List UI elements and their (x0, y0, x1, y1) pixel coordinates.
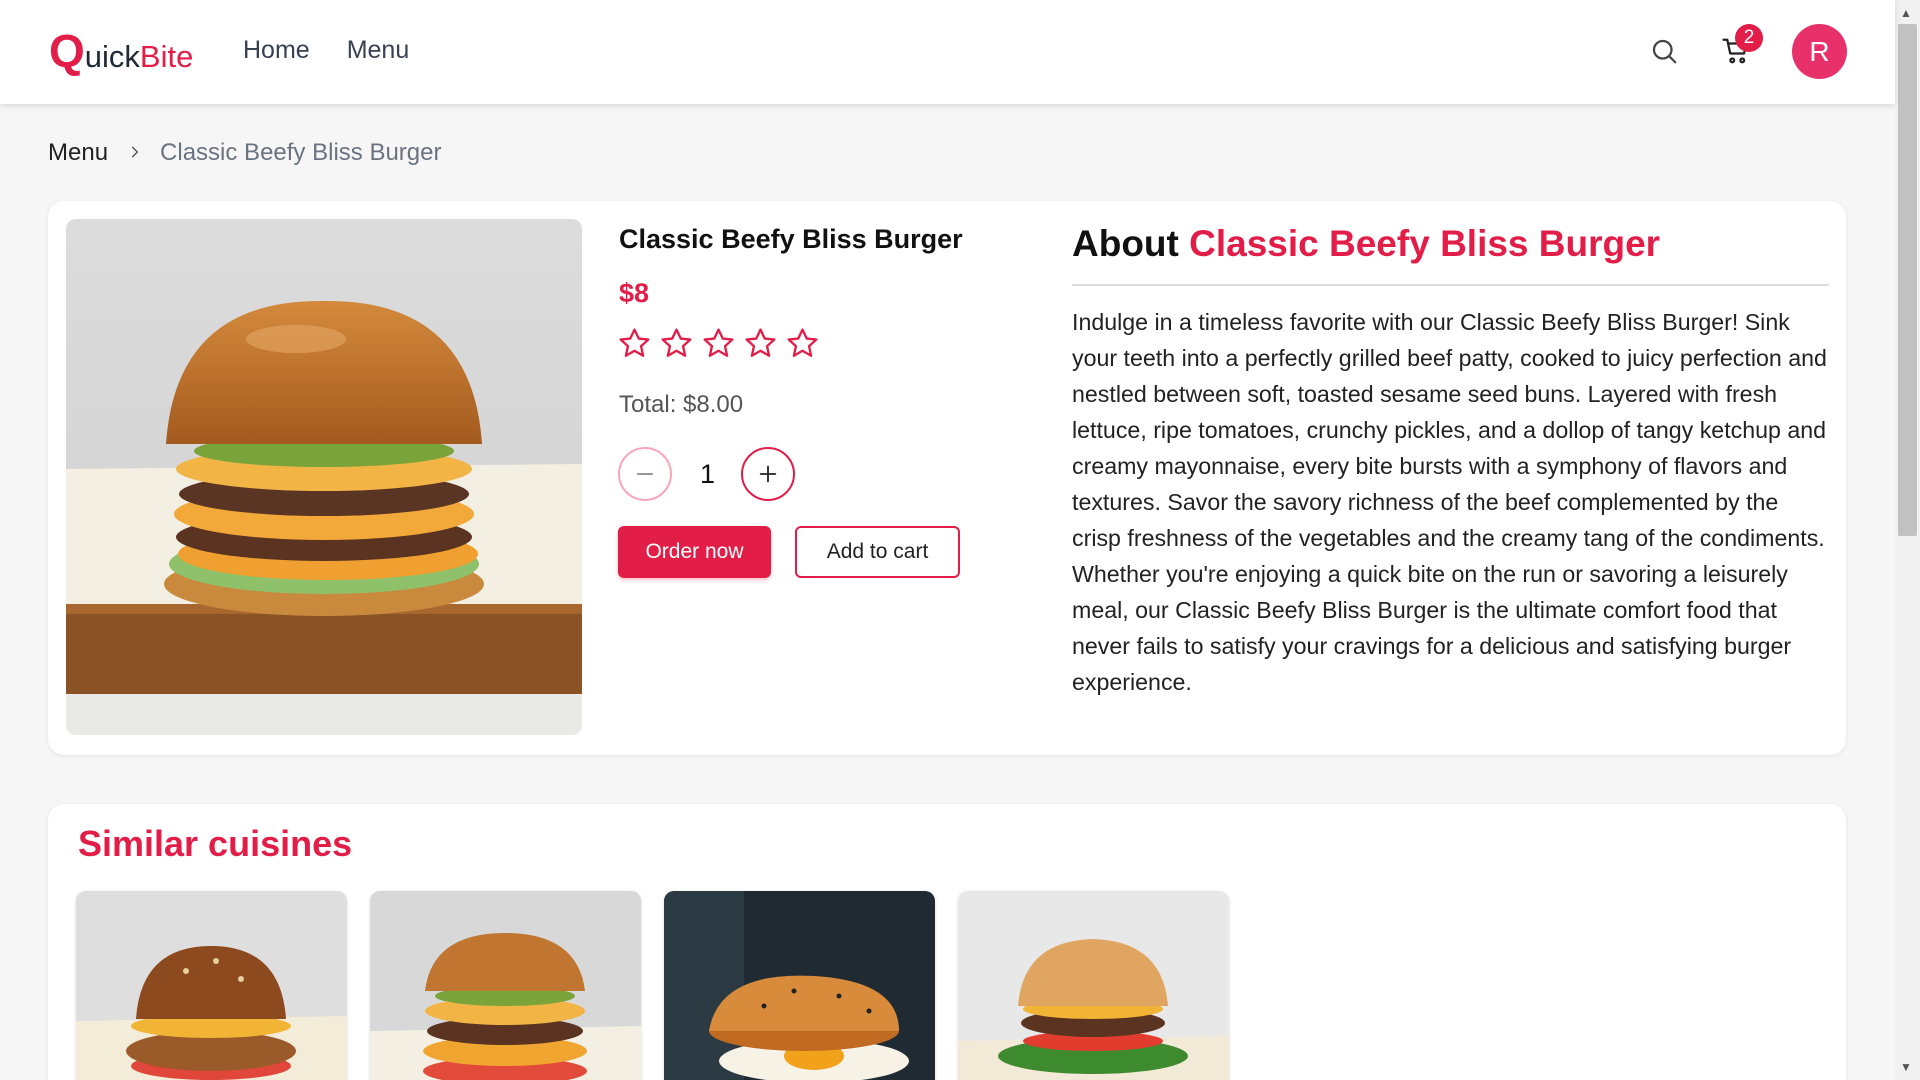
similar-item-card[interactable] (370, 891, 641, 1080)
breadcrumb-current: Classic Beefy Bliss Burger (160, 139, 442, 166)
logo-bite: Bite (139, 39, 194, 74)
about-description: Indulge in a timeless favorite with our … (1072, 309, 1827, 695)
logo[interactable]: Quick Bite (49, 28, 193, 75)
scrollbar-thumb[interactable] (1898, 24, 1917, 536)
quantity-value: 1 (700, 459, 716, 489)
quantity-decrease-button[interactable] (618, 447, 672, 501)
scroll-up-arrow-icon[interactable]: ▲ (1900, 6, 1912, 20)
star-outline-icon[interactable] (659, 326, 694, 361)
breadcrumb-menu-link[interactable]: Menu (48, 139, 108, 167)
similar-item-card[interactable] (958, 891, 1229, 1080)
main-nav: Home Menu (243, 36, 409, 65)
product-price: $8 (619, 278, 650, 308)
about-heading: About Classic Beefy Bliss Burger (1072, 223, 1660, 265)
top-navbar: Quick Bite Home Menu 2 R (0, 0, 1895, 104)
breadcrumb: Menu Classic Beefy Bliss Burger (48, 139, 441, 167)
rating-stars[interactable] (617, 326, 820, 361)
logo-q: Q (49, 25, 85, 77)
similar-item-card[interactable] (664, 891, 935, 1080)
nav-menu-link[interactable]: Menu (347, 36, 410, 65)
star-outline-icon[interactable] (701, 326, 736, 361)
order-total: Total: $8.00 (619, 391, 744, 418)
add-to-cart-button[interactable]: Add to cart (795, 526, 960, 578)
star-outline-icon[interactable] (743, 326, 778, 361)
user-avatar[interactable]: R (1792, 24, 1847, 79)
star-outline-icon[interactable] (617, 326, 652, 361)
product-name: Classic Beefy Bliss Burger (619, 224, 963, 254)
cart-count-badge: 2 (1735, 24, 1763, 52)
similar-item-card[interactable] (76, 891, 347, 1080)
plus-icon (759, 465, 777, 483)
product-image (66, 219, 582, 735)
star-outline-icon[interactable] (785, 326, 820, 361)
about-divider (1072, 284, 1829, 286)
logo-uick: uick (84, 39, 140, 74)
order-now-button[interactable]: Order now (618, 526, 771, 578)
about-heading-product: Classic Beefy Bliss Burger (1189, 223, 1661, 264)
nav-home-link[interactable]: Home (243, 36, 310, 65)
minus-icon (636, 473, 654, 475)
quantity-increase-button[interactable] (741, 447, 795, 501)
similar-cuisines-title: Similar cuisines (78, 823, 353, 864)
search-icon[interactable] (1646, 33, 1682, 69)
chevron-right-icon (128, 142, 142, 165)
scroll-down-arrow-icon[interactable]: ▼ (1900, 1060, 1912, 1074)
about-heading-prefix: About (1072, 223, 1179, 264)
